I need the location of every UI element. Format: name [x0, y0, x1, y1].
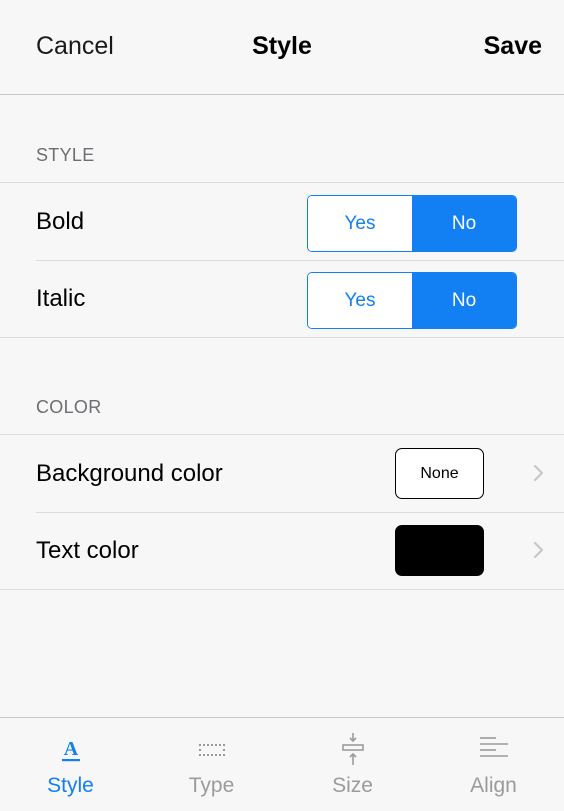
page-title: Style: [252, 32, 312, 60]
text-color-row[interactable]: Text color: [0, 512, 564, 589]
align-left-icon: [479, 737, 508, 757]
background-color-swatch[interactable]: None: [395, 448, 484, 499]
italic-label: Italic: [36, 285, 86, 312]
tab-type-label: Type: [188, 774, 235, 797]
navigation-bar: Cancel Style Save: [0, 0, 564, 95]
background-color-row[interactable]: Background color None: [0, 435, 564, 512]
style-options-group: Bold Yes No Italic Yes No: [0, 182, 564, 338]
tab-size-label: Size: [332, 774, 373, 797]
dotted-border-icon: [198, 744, 225, 756]
background-color-label: Background color: [36, 460, 223, 487]
chevron-right-icon: [533, 541, 544, 559]
tab-align[interactable]: Align: [423, 718, 564, 811]
tab-style[interactable]: A Style: [0, 718, 141, 811]
bold-row: Bold Yes No: [0, 183, 564, 260]
italic-no-segment[interactable]: No: [412, 273, 516, 328]
size-icon: [341, 733, 364, 765]
bold-no-segment[interactable]: No: [412, 196, 516, 251]
background-color-value: None: [420, 464, 459, 482]
tab-style-label: Style: [47, 774, 94, 797]
tab-type[interactable]: Type: [141, 718, 282, 811]
tab-bar: A Style Type Size Align: [0, 717, 564, 811]
bold-segmented-control: Yes No: [307, 195, 517, 252]
bold-label: Bold: [36, 208, 85, 235]
color-options-group: Background color None Text color: [0, 434, 564, 590]
tab-size[interactable]: Size: [282, 718, 423, 811]
save-button[interactable]: Save: [484, 32, 542, 61]
italic-yes-segment[interactable]: Yes: [308, 273, 412, 328]
italic-row: Italic Yes No: [0, 260, 564, 337]
text-color-label: Text color: [36, 537, 139, 564]
section-header-style: STYLE: [36, 145, 95, 165]
bold-yes-segment[interactable]: Yes: [308, 196, 412, 251]
italic-segmented-control: Yes No: [307, 272, 517, 329]
style-settings-screen: Cancel Style Save STYLE Bold Yes No Ital…: [0, 0, 564, 811]
section-header-color: COLOR: [36, 397, 102, 417]
text-color-swatch[interactable]: [395, 525, 484, 576]
svg-text:A: A: [63, 738, 78, 760]
tab-align-label: Align: [470, 774, 517, 797]
chevron-right-icon: [533, 464, 544, 482]
font-style-icon: A: [61, 738, 80, 762]
